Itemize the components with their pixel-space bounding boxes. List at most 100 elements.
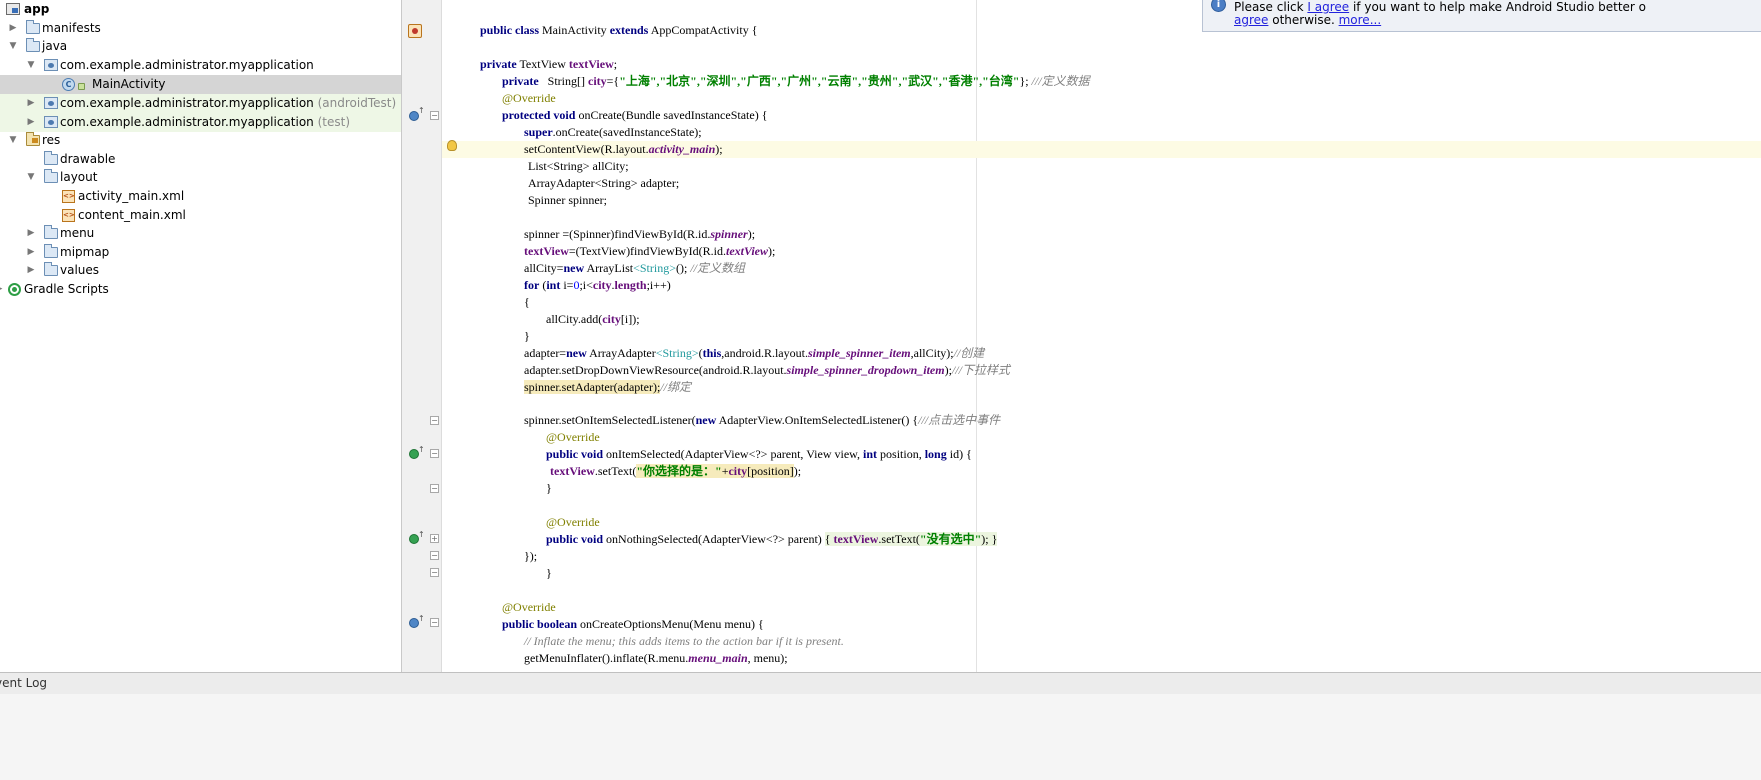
chevron-right-icon[interactable]: ▶: [0, 280, 4, 299]
info-icon: i: [1211, 0, 1226, 12]
code-line[interactable]: public void onItemSelected(AdapterView<?…: [442, 446, 1761, 463]
tree-item-label: menu: [60, 226, 95, 240]
tree-item-test-package[interactable]: ▶ com.example.administrator.myapplicatio…: [0, 113, 401, 132]
tree-item-label: layout: [60, 170, 98, 184]
tree-item-java[interactable]: ▼ java: [0, 37, 401, 56]
fold-toggle-icon[interactable]: −: [430, 618, 439, 627]
code-line[interactable]: public boolean onCreateOptionsMenu(Menu …: [442, 616, 1761, 633]
code-line-current[interactable]: setContentView(R.layout.activity_main);: [442, 141, 1761, 158]
code-line[interactable]: ArrayAdapter<String> adapter;: [442, 175, 1761, 192]
tree-item-content-main-xml[interactable]: <> content_main.xml: [0, 206, 401, 225]
tree-item-drawable[interactable]: drawable: [0, 150, 401, 169]
code-line[interactable]: }: [442, 565, 1761, 582]
code-line[interactable]: @Override: [442, 514, 1761, 531]
tree-item-label: com.example.administrator.myapplication: [60, 96, 314, 110]
code-line[interactable]: @Override: [442, 90, 1761, 107]
tree-item-layout[interactable]: ▼ layout: [0, 168, 401, 187]
tree-item-res[interactable]: ▼ res: [0, 131, 401, 150]
code-line[interactable]: adapter.setDropDownViewResource(android.…: [442, 362, 1761, 379]
code-line[interactable]: protected void onCreate(Bundle savedInst…: [442, 107, 1761, 124]
folder-icon: [44, 169, 58, 183]
tree-item-values[interactable]: ▶ values: [0, 261, 401, 280]
agree-link[interactable]: agree: [1234, 13, 1268, 27]
code-line[interactable]: textView=(TextView)findViewById(R.id.tex…: [442, 243, 1761, 260]
tree-item-main-package[interactable]: ▼ com.example.administrator.myapplicatio…: [0, 56, 401, 75]
tree-item-label: com.example.administrator.myapplication: [60, 58, 314, 72]
code-line[interactable]: adapter=new ArrayAdapter<String>(this,an…: [442, 345, 1761, 362]
tree-item-label: manifests: [42, 21, 101, 35]
code-line[interactable]: for (int i=0;i<city.length;i++): [442, 277, 1761, 294]
tree-item-mainactivity[interactable]: C MainActivity: [0, 75, 401, 94]
project-panel: app ▶ manifests ▼ java ▼ com.example.adm…: [0, 0, 402, 672]
code-line[interactable]: Spinner spinner;: [442, 192, 1761, 209]
chevron-down-icon[interactable]: ▼: [8, 37, 18, 56]
tree-item-menu[interactable]: ▶ menu: [0, 224, 401, 243]
code-line[interactable]: spinner.setAdapter(adapter);//绑定: [442, 379, 1761, 396]
event-log-button[interactable]: vent Log: [0, 673, 47, 694]
tree-item-app[interactable]: app: [0, 0, 401, 19]
tree-item-suffix: (androidTest): [317, 96, 397, 110]
tree-item-mipmap[interactable]: ▶ mipmap: [0, 243, 401, 262]
code-line[interactable]: allCity=new ArrayList<String>(); //定义数组: [442, 260, 1761, 277]
lightbulb-icon[interactable]: [447, 140, 457, 151]
code-line[interactable]: private String[] city={"上海","北京","深圳","广…: [442, 73, 1761, 90]
code-line[interactable]: spinner =(Spinner)findViewById(R.id.spin…: [442, 226, 1761, 243]
fold-toggle-icon[interactable]: −: [430, 111, 439, 120]
tree-item-label: com.example.administrator.myapplication: [60, 115, 314, 129]
code-line[interactable]: getMenuInflater().inflate(R.menu.menu_ma…: [442, 650, 1761, 667]
chevron-right-icon[interactable]: ▶: [26, 243, 36, 262]
class-file-icon: [408, 24, 422, 38]
tree-item-label: activity_main.xml: [78, 189, 185, 203]
chevron-down-icon[interactable]: ▼: [26, 168, 36, 187]
code-line[interactable]: @Override: [442, 429, 1761, 446]
code-line[interactable]: // Inflate the menu; this adds items to …: [442, 633, 1761, 650]
code-line[interactable]: {: [442, 294, 1761, 311]
tree-item-label: res: [42, 133, 61, 147]
code-line[interactable]: private TextView textView;: [442, 56, 1761, 73]
code-line[interactable]: });: [442, 548, 1761, 565]
code-line[interactable]: spinner.setOnItemSelectedListener(new Ad…: [442, 412, 1761, 429]
status-bar: vent Log: [0, 672, 1761, 694]
folder-icon: [44, 151, 58, 165]
code-line[interactable]: List<String> allCity;: [442, 158, 1761, 175]
tree-item-gradle-scripts[interactable]: ▶ Gradle Scripts: [0, 280, 401, 299]
resource-folder-icon: [26, 132, 40, 146]
fold-toggle-icon[interactable]: −: [430, 449, 439, 458]
fold-toggle-icon[interactable]: +: [430, 534, 439, 543]
more-link[interactable]: more...: [1339, 13, 1382, 27]
code-line[interactable]: }: [442, 328, 1761, 345]
chevron-down-icon[interactable]: ▼: [8, 131, 18, 150]
code-line[interactable]: super.onCreate(savedInstanceState);: [442, 124, 1761, 141]
chevron-right-icon[interactable]: ▶: [26, 261, 36, 280]
editor-gutter: ↑ − − ↑ − − ↑ + − − ↑ −: [402, 0, 442, 672]
code-line[interactable]: }: [442, 480, 1761, 497]
folder-icon: [44, 225, 58, 239]
chevron-right-icon[interactable]: ▶: [26, 224, 36, 243]
code-line[interactable]: textView.setText("你选择的是："+city[position]…: [442, 463, 1761, 480]
tree-item-activity-main-xml[interactable]: <> activity_main.xml: [0, 187, 401, 206]
package-icon: [44, 97, 58, 109]
class-icon: C: [62, 78, 75, 91]
arrow-up-icon: ↑: [418, 530, 425, 539]
tree-item-androidtest-package[interactable]: ▶ com.example.administrator.myapplicatio…: [0, 94, 401, 113]
fold-toggle-icon[interactable]: −: [430, 416, 439, 425]
folder-icon: [44, 244, 58, 258]
package-icon: [44, 59, 58, 71]
chevron-right-icon[interactable]: ▶: [26, 113, 36, 132]
code-line[interactable]: @Override: [442, 599, 1761, 616]
tree-item-label: app: [24, 2, 50, 16]
fold-toggle-icon[interactable]: −: [430, 568, 439, 577]
fold-toggle-icon[interactable]: −: [430, 551, 439, 560]
code-line[interactable]: allCity.add(city[i]);: [442, 311, 1761, 328]
tree-item-label: values: [60, 263, 100, 277]
i-agree-link[interactable]: I agree: [1307, 0, 1349, 14]
code-editor[interactable]: ↑ − − ↑ − − ↑ + − − ↑ − public class Mai…: [402, 0, 1761, 672]
chevron-right-icon[interactable]: ▶: [26, 94, 36, 113]
tree-item-manifests[interactable]: ▶ manifests: [0, 19, 401, 38]
arrow-up-icon: ↑: [418, 445, 425, 454]
fold-toggle-icon[interactable]: −: [430, 484, 439, 493]
chevron-right-icon[interactable]: ▶: [8, 19, 18, 38]
usage-stats-notification: i Please click I agree if you want to he…: [1202, 0, 1761, 32]
chevron-down-icon[interactable]: ▼: [26, 56, 36, 75]
code-line[interactable]: public void onNothingSelected(AdapterVie…: [442, 531, 1761, 548]
